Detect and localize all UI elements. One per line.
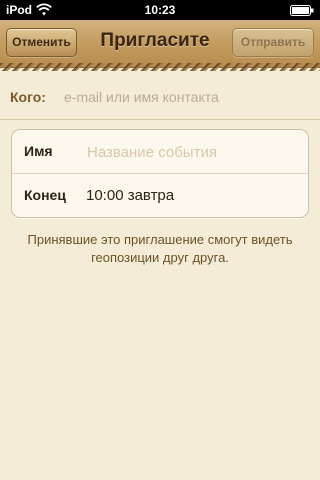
battery-icon bbox=[290, 5, 314, 16]
page-title: Пригласите bbox=[100, 30, 210, 51]
event-end-row[interactable]: Конец 10:00 завтра bbox=[12, 174, 308, 218]
navigation-bar: Отменить Пригласите Отправить bbox=[0, 20, 320, 71]
event-name-row: Имя bbox=[12, 130, 308, 174]
location-sharing-note: Принявшие это приглашение смогут видеть … bbox=[27, 232, 293, 265]
cancel-button[interactable]: Отменить bbox=[6, 28, 77, 57]
event-name-input[interactable] bbox=[85, 141, 300, 163]
event-end-label: Конец bbox=[24, 187, 66, 203]
event-end-value: 10:00 завтра bbox=[86, 187, 175, 204]
event-form-card: Имя Конец 10:00 завтра bbox=[11, 129, 309, 218]
event-name-label: Имя bbox=[24, 143, 53, 159]
leather-stitch-divider bbox=[0, 63, 320, 71]
clock: 10:23 bbox=[144, 3, 176, 17]
send-button[interactable]: Отправить bbox=[232, 28, 314, 57]
recipient-input[interactable] bbox=[62, 86, 312, 108]
status-bar: iPod 10:23 bbox=[0, 0, 320, 20]
recipient-row: Кого: bbox=[0, 76, 320, 120]
recipient-label: Кого: bbox=[10, 89, 46, 105]
